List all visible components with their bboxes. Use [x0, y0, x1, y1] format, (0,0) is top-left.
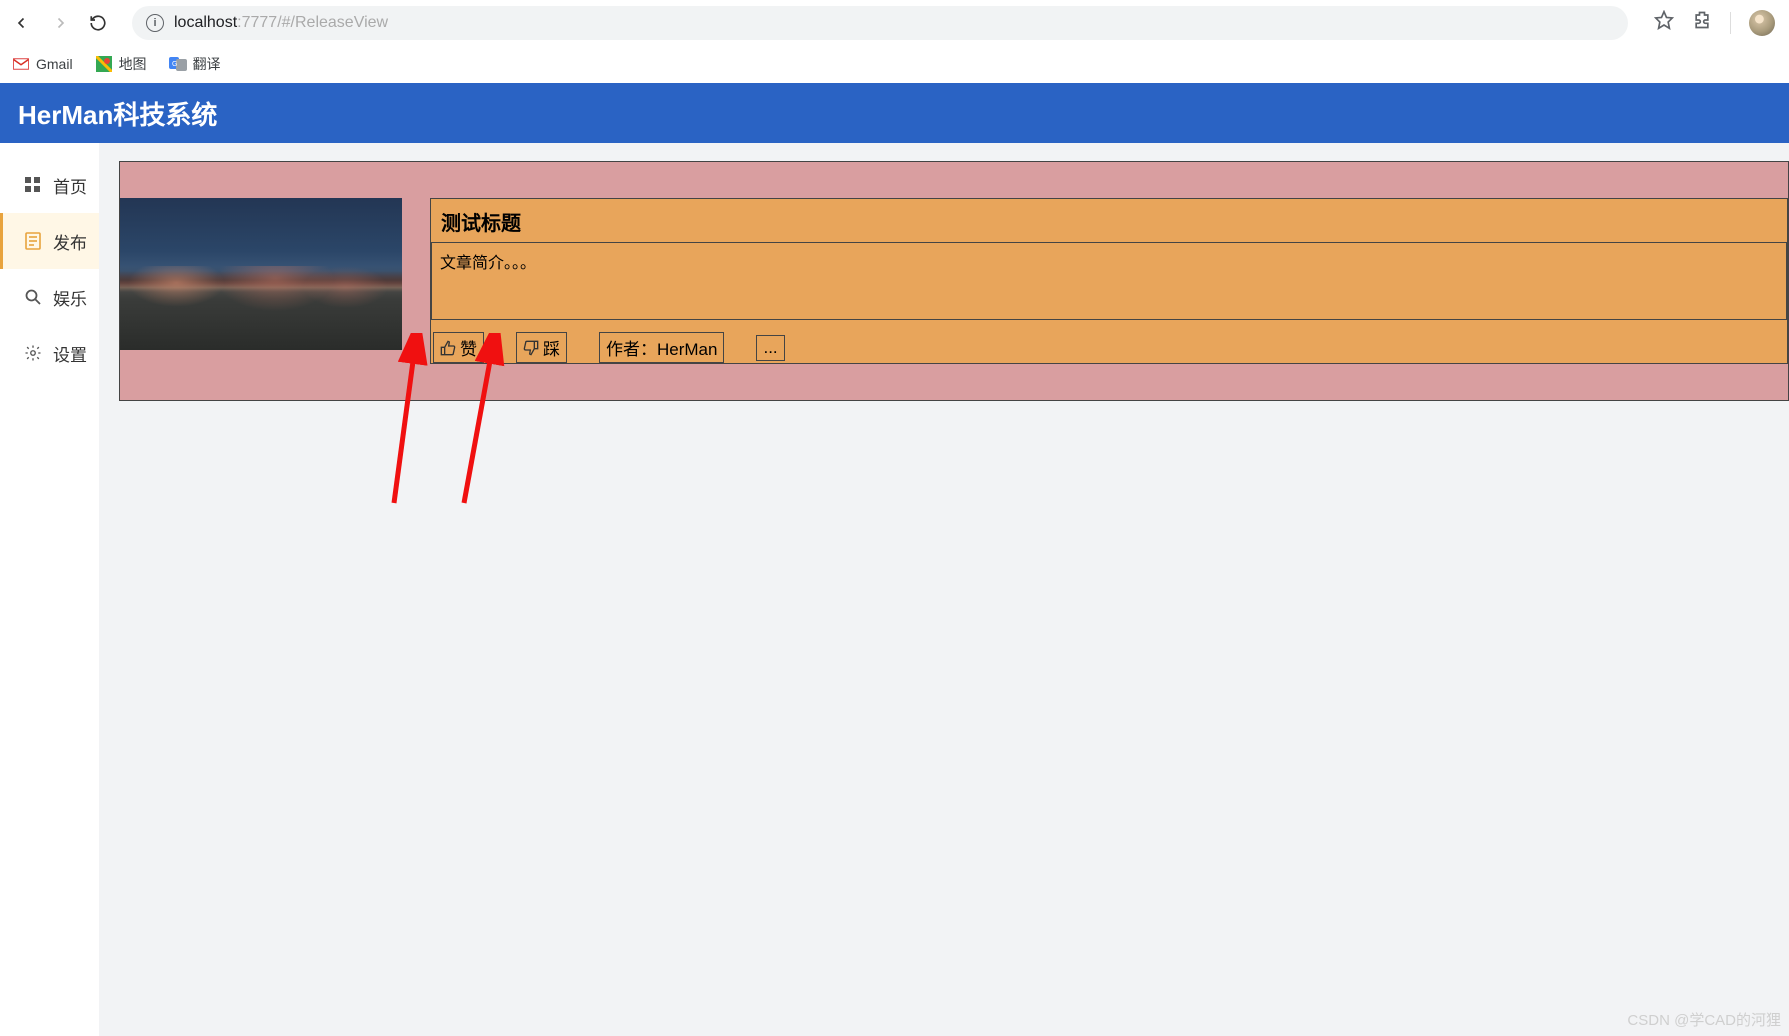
content-area: 测试标题 文章简介。。。 赞 踩	[99, 143, 1789, 1036]
maps-icon	[95, 55, 113, 73]
thumbs-up-icon	[440, 340, 456, 356]
gear-icon	[23, 343, 43, 363]
gmail-icon	[12, 55, 30, 73]
app-title: HerMan科技系统	[18, 95, 217, 132]
article-title: 测试标题	[431, 199, 1787, 242]
thumbs-down-icon	[523, 340, 539, 356]
app-header: HerMan科技系统	[0, 83, 1789, 143]
svg-text:G: G	[172, 61, 177, 68]
extensions-icon[interactable]	[1692, 10, 1712, 36]
grid-icon	[23, 175, 43, 195]
article-meta-row: 赞 踩 作者：HerMan ...	[431, 320, 1787, 363]
bookmark-gmail[interactable]: Gmail	[12, 55, 73, 73]
sidebar-item-settings[interactable]: 设置	[0, 325, 99, 381]
translate-icon: G	[169, 55, 187, 73]
like-button[interactable]: 赞	[433, 332, 484, 363]
toolbar-divider	[1730, 12, 1731, 34]
bookmark-translate[interactable]: G 翻译	[169, 54, 221, 74]
sidebar-item-label: 设置	[53, 341, 87, 366]
site-info-icon[interactable]: i	[146, 14, 164, 32]
url-text: localhost:7777/#/ReleaseView	[174, 14, 388, 32]
sidebar-item-home[interactable]: 首页	[0, 157, 99, 213]
document-icon	[23, 231, 43, 251]
sidebar-item-label: 发布	[53, 229, 87, 254]
article-thumbnail	[120, 198, 402, 350]
watermark: CSDN @学CAD的河狸	[1627, 1009, 1781, 1030]
article-card: 测试标题 文章简介。。。 赞 踩	[119, 161, 1789, 401]
sidebar-item-label: 娱乐	[53, 285, 87, 310]
more-button[interactable]: ...	[756, 335, 784, 361]
bookmark-star-icon[interactable]	[1654, 10, 1674, 36]
dislike-label: 踩	[543, 335, 560, 360]
sidebar-item-entertainment[interactable]: 娱乐	[0, 269, 99, 325]
browser-toolbar: i localhost:7777/#/ReleaseView	[0, 0, 1789, 45]
bookmark-label: Gmail	[36, 56, 73, 72]
like-label: 赞	[460, 335, 477, 360]
sidebar: 首页 发布 娱乐 设置	[0, 143, 99, 1036]
toolbar-right	[1650, 10, 1779, 36]
dislike-button[interactable]: 踩	[516, 332, 567, 363]
forward-button[interactable]	[48, 11, 72, 35]
back-button[interactable]	[10, 11, 34, 35]
url-bar[interactable]: i localhost:7777/#/ReleaseView	[132, 6, 1628, 40]
reload-button[interactable]	[86, 11, 110, 35]
bookmark-label: 地图	[119, 54, 147, 74]
app-layout: 首页 发布 娱乐 设置 测试标题 文章简介	[0, 143, 1789, 1036]
bookmark-maps[interactable]: 地图	[95, 54, 147, 74]
article-summary: 文章简介。。。	[431, 242, 1787, 320]
article-body: 测试标题 文章简介。。。 赞 踩	[430, 198, 1788, 364]
browser-chrome: i localhost:7777/#/ReleaseView Gmail 地图	[0, 0, 1789, 83]
author-label: 作者：HerMan	[599, 332, 724, 363]
bookmark-label: 翻译	[193, 54, 221, 74]
sidebar-item-publish[interactable]: 发布	[0, 213, 99, 269]
bookmark-bar: Gmail 地图 G 翻译	[0, 45, 1789, 83]
profile-avatar[interactable]	[1749, 10, 1775, 36]
magnifier-icon	[23, 287, 43, 307]
sidebar-item-label: 首页	[53, 173, 87, 198]
